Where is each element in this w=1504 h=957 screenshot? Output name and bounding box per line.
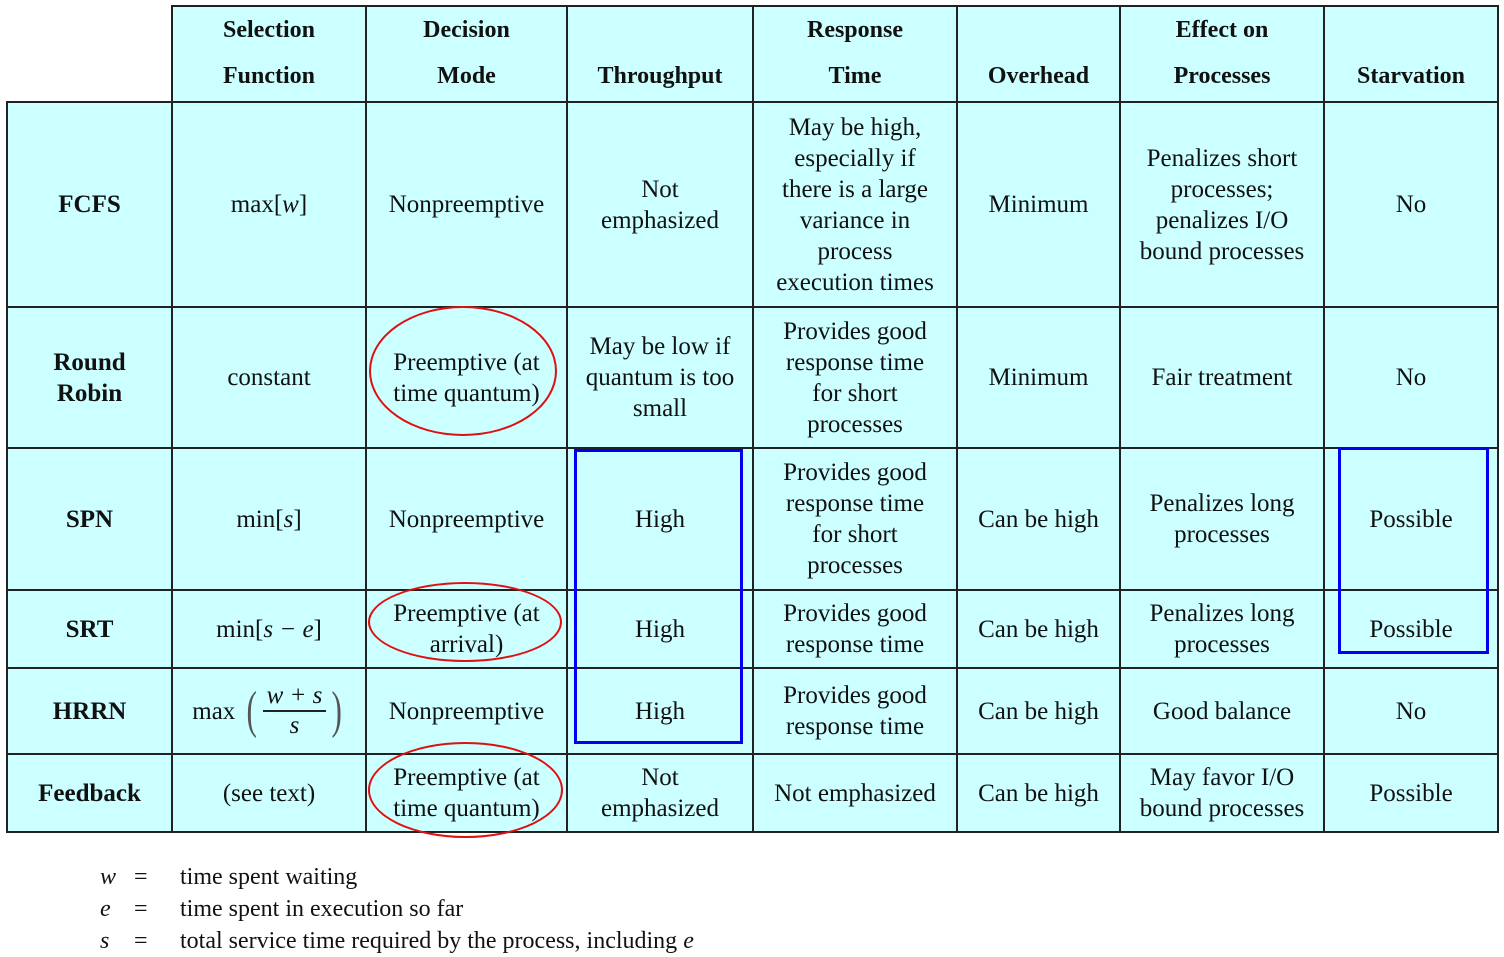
starvation-cell: No — [1323, 667, 1499, 755]
policy-name-cell: Feedback — [6, 753, 173, 833]
table-row: SRT min[s − e] Preemptive (at arrival) High P… — [6, 589, 1499, 669]
overhead-cell: Can be high — [956, 753, 1121, 833]
overhead-cell: Can be high — [956, 589, 1121, 669]
starvation-cell: Possible — [1323, 753, 1499, 833]
response-time-cell: May be high, especially if there is a larg… — [752, 101, 958, 308]
header-starvation: Starvation — [1323, 5, 1499, 103]
throughput-cell: Not emphasized — [566, 753, 754, 833]
decision-mode-cell: Preemptive (at time quantum) — [365, 753, 568, 833]
overhead-cell: Can be high — [956, 667, 1121, 755]
response-time-cell: Provides good response time — [752, 667, 958, 755]
throughput-cell: High — [566, 589, 754, 669]
selection-function-cell: min[s − e] — [171, 589, 367, 669]
overhead-cell: Minimum — [956, 101, 1121, 308]
effect-cell: Good balance — [1119, 667, 1325, 755]
legend-equals: = — [134, 928, 148, 954]
header-overhead: Overhead — [956, 5, 1121, 103]
header-selection-function: Selection Function — [171, 5, 367, 103]
decision-mode-cell: Nonpreemptive — [365, 447, 568, 591]
legend-equals: = — [134, 896, 148, 922]
throughput-cell: High — [566, 667, 754, 755]
starvation-cell: Possible — [1323, 589, 1499, 669]
throughput-cell: Not emphasized — [566, 101, 754, 308]
policy-name-cell: SPN — [6, 447, 173, 591]
policy-name-cell: FCFS — [6, 101, 173, 308]
header-throughput: Throughput — [566, 5, 754, 103]
decision-mode-cell: Preemptive (at arrival) — [365, 589, 568, 669]
effect-cell: Penalizes long processes — [1119, 447, 1325, 591]
selection-function-cell: max[w] — [171, 101, 367, 308]
hrrn-formula: max(w + s s) — [192, 682, 343, 739]
decision-mode-cell: Nonpreemptive — [365, 101, 568, 308]
overhead-cell: Minimum — [956, 306, 1121, 449]
effect-cell: Penalizes long processes — [1119, 589, 1325, 669]
policy-name-cell: HRRN — [6, 667, 173, 755]
effect-cell: Fair treatment — [1119, 306, 1325, 449]
table-row: Feedback (see text) Preemptive (at time qua… — [6, 753, 1499, 833]
policy-name-cell: Round Robin — [6, 306, 173, 449]
starvation-cell: No — [1323, 306, 1499, 449]
legend-row-e: e = time spent in execution so far — [100, 893, 694, 925]
header-decision-mode: Decision Mode — [365, 5, 568, 103]
response-time-cell: Provides good response time for short proce… — [752, 447, 958, 591]
legend-text: time spent in execution so far — [180, 896, 464, 922]
selection-function-cell: min[s] — [171, 447, 367, 591]
overhead-cell: Can be high — [956, 447, 1121, 591]
selection-function-cell: max(w + s s) — [171, 667, 367, 755]
decision-mode-cell: Nonpreemptive — [365, 667, 568, 755]
header-response-time: Response Time — [752, 5, 958, 103]
table-row: SPN min[s] Nonpreemptive High Provides good r… — [6, 447, 1499, 591]
legend-row-w: w = time spent waiting — [100, 861, 694, 893]
table-row: FCFS max[w] Nonpreemptive Not emphasized May … — [6, 101, 1499, 308]
starvation-cell: No — [1323, 101, 1499, 308]
table-row: HRRN max(w + s s) Nonpreemptive High Provides… — [6, 667, 1499, 755]
effect-cell: Penalizes short processes; penalizes I/O bo… — [1119, 101, 1325, 308]
legend-symbol: w — [100, 864, 117, 890]
selection-function-cell: (see text) — [171, 753, 367, 833]
scheduling-policies-table: Selection Function Decision Mode Throughpu… — [6, 5, 1499, 833]
response-time-cell: Not emphasized — [752, 753, 958, 833]
header-effect-on-processes: Effect on Processes — [1119, 5, 1325, 103]
legend-row-s: s = total service time required by the p… — [100, 925, 694, 957]
effect-cell: May favor I/O bound processes — [1119, 753, 1325, 833]
starvation-cell: Possible — [1323, 447, 1499, 591]
response-time-cell: Provides good response time for short proce… — [752, 306, 958, 449]
corner-cell — [7, 6, 173, 103]
legend-equals: = — [134, 864, 148, 890]
policy-name-cell: SRT — [6, 589, 173, 669]
legend-symbol: e — [100, 896, 111, 922]
legend-text: total service time required by the proce… — [180, 928, 694, 954]
selection-function-cell: constant — [171, 306, 367, 449]
response-time-cell: Provides good response time — [752, 589, 958, 669]
table-row: Round Robin constant Preemptive (at time qua… — [6, 306, 1499, 449]
throughput-cell: May be low if quantum is too small — [566, 306, 754, 449]
variable-legend: w = time spent waiting e = time spent in… — [100, 861, 694, 957]
throughput-cell: High — [566, 447, 754, 591]
decision-mode-cell: Preemptive (at time quantum) — [365, 306, 568, 449]
legend-symbol: s — [100, 928, 110, 954]
header-row: Selection Function Decision Mode Throughpu… — [7, 5, 1499, 103]
legend-text: time spent waiting — [180, 864, 358, 890]
